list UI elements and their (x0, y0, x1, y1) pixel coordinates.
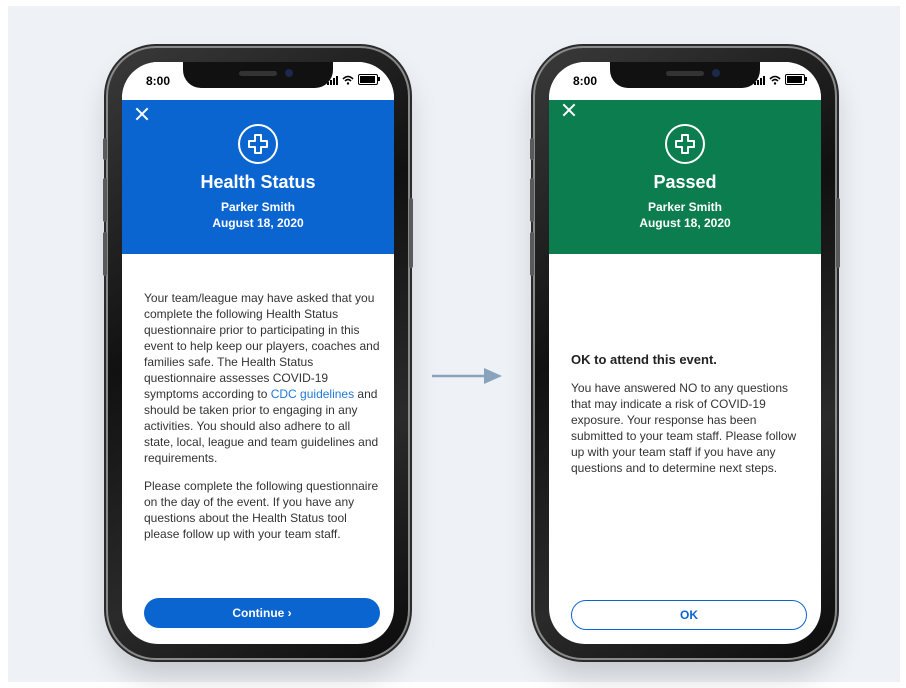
speaker (666, 71, 704, 76)
volume-down-button (103, 232, 107, 276)
health-status-header: Health Status Parker Smith August 18, 20… (122, 100, 394, 254)
page-title: Passed (653, 172, 717, 192)
battery-icon (785, 74, 807, 85)
camera (285, 69, 293, 77)
user-name: Parker Smith (647, 200, 723, 214)
notch (183, 62, 333, 88)
status-icons (754, 74, 807, 85)
medical-cross-icon (665, 124, 705, 164)
screen: 8:00 (549, 62, 821, 644)
passed-header: Passed Parker Smith August 18, 2020 (549, 100, 821, 254)
continue-button[interactable]: Continue › (144, 598, 380, 628)
result-heading: OK to attend this event. (571, 352, 717, 367)
status-time: 8:00 (573, 74, 598, 88)
status-time: 8:00 (146, 74, 171, 88)
instructions-paragraph: Please complete the following questionna… (144, 479, 379, 541)
phone-passed: 8:00 Passed Parker Smith August 18, 2020… (530, 48, 840, 658)
event-date: August 18, 2020 (639, 216, 731, 230)
page-title: Health Status (200, 172, 316, 192)
medical-cross-icon (238, 124, 278, 164)
mute-switch (103, 138, 107, 160)
result-paragraph: You have answered NO to any questions th… (571, 381, 797, 475)
status-icons (327, 74, 380, 85)
close-icon[interactable] (134, 106, 150, 122)
ok-button[interactable]: OK (571, 600, 807, 630)
intro-paragraph: Your team/league may have asked that you… (144, 290, 380, 466)
power-button (836, 198, 840, 268)
intro-text-part: Your team/league may have asked that you… (144, 291, 380, 401)
mute-switch (530, 138, 534, 160)
wifi-icon (342, 75, 354, 85)
result-text: You have answered NO to any questions th… (571, 380, 807, 488)
event-date: August 18, 2020 (212, 216, 304, 230)
close-icon[interactable] (561, 102, 577, 118)
wifi-icon (769, 75, 781, 85)
volume-up-button (103, 178, 107, 222)
cdc-guidelines-link[interactable]: CDC guidelines (271, 387, 354, 401)
battery-icon (358, 74, 380, 85)
camera (712, 69, 720, 77)
arrow-right-icon (432, 368, 502, 384)
intro-text: Your team/league may have asked that you… (144, 290, 380, 554)
canvas: 8:00 Health Status Parker Smith August 1… (8, 6, 900, 682)
notch (610, 62, 760, 88)
user-name: Parker Smith (220, 200, 296, 214)
phone-health-status: 8:00 Health Status Parker Smith August 1… (103, 48, 413, 658)
volume-up-button (530, 178, 534, 222)
power-button (409, 198, 413, 268)
volume-down-button (530, 232, 534, 276)
screen: 8:00 (122, 62, 394, 644)
speaker (239, 71, 277, 76)
